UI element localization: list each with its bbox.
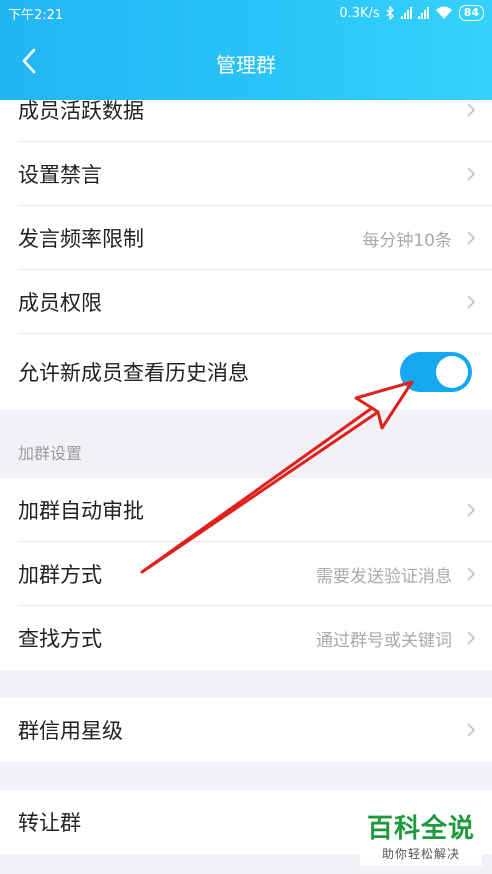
watermark-logo: 百科全说 助你轻松解决 (360, 804, 482, 866)
annotation-arrow (140, 380, 414, 574)
watermark-title: 百科全说 (366, 814, 475, 844)
watermark-subtitle: 助你轻松解决 (381, 847, 460, 861)
